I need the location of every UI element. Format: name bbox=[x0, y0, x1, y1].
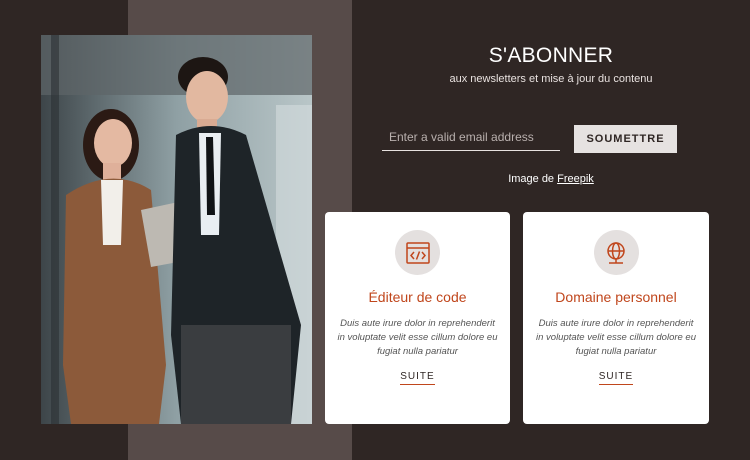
card-more-link[interactable]: SUITE bbox=[598, 371, 634, 385]
freepik-link[interactable]: Freepik bbox=[557, 173, 594, 185]
credit-prefix: Image de bbox=[508, 173, 555, 185]
code-window-icon bbox=[395, 230, 440, 275]
page-subtitle: aux newsletters et mise à jour du conten… bbox=[449, 73, 653, 85]
email-field[interactable] bbox=[382, 127, 560, 151]
feature-card-personal-domain: Domaine personnel Duis aute irure dolor … bbox=[523, 212, 709, 424]
card-text: Duis aute irure dolor in reprehenderit i… bbox=[536, 318, 697, 357]
card-text: Duis aute irure dolor in reprehenderit i… bbox=[337, 318, 498, 357]
page-title: S'ABONNER bbox=[488, 44, 614, 67]
card-more-link[interactable]: SUITE bbox=[400, 371, 435, 385]
card-title: Domaine personnel bbox=[555, 289, 677, 305]
submit-button[interactable]: SOUMETTRE bbox=[574, 125, 677, 153]
globe-icon bbox=[593, 230, 639, 275]
business-people-photo bbox=[41, 35, 312, 424]
card-title: Éditeur de code bbox=[368, 289, 467, 305]
feature-card-code-editor: Éditeur de code Duis aute irure dolor in… bbox=[325, 212, 510, 424]
image-credit: Image de Freepik bbox=[352, 173, 750, 185]
